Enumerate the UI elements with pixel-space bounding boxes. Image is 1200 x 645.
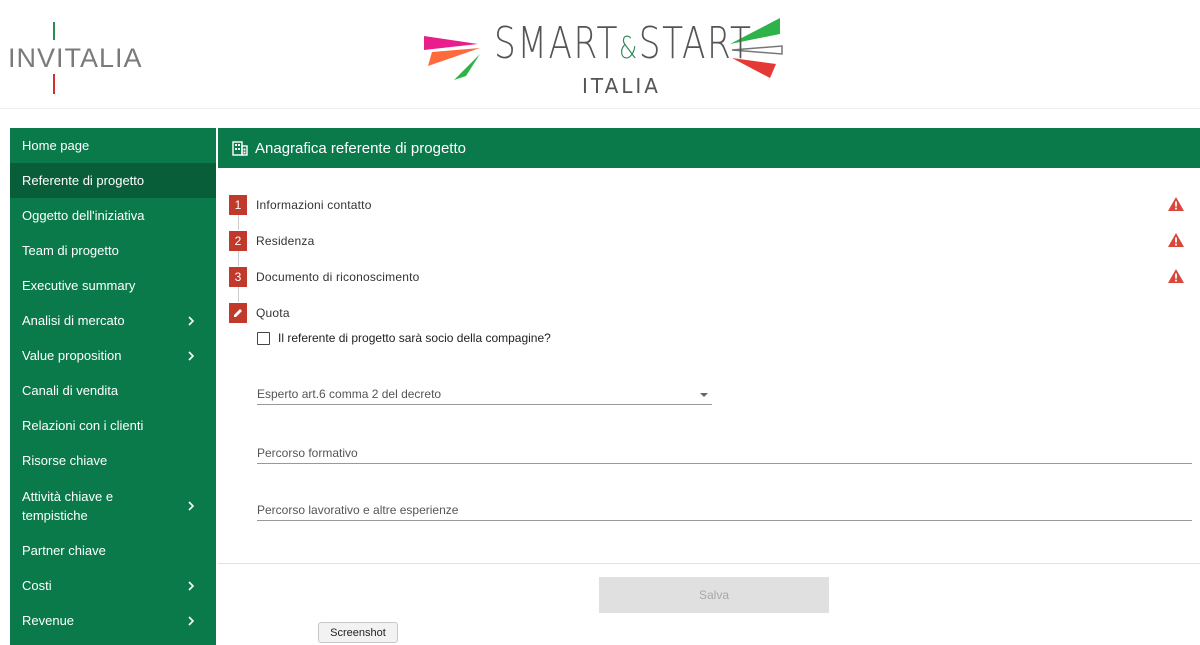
footer-divider — [218, 563, 1200, 564]
chevron-right-icon — [188, 580, 195, 591]
panel-title: Anagrafica referente di progetto — [255, 139, 466, 157]
sidebar-item-revenue[interactable]: Revenue — [10, 603, 216, 638]
step-connector — [238, 287, 239, 302]
step-label: Quota — [256, 306, 290, 320]
sidebar-item-canali-di-vendita[interactable]: Canali di vendita — [10, 373, 216, 408]
step-edit-badge — [229, 303, 247, 323]
screenshot-button[interactable]: Screenshot — [318, 622, 398, 643]
save-button[interactable]: Salva — [599, 577, 829, 613]
chevron-right-icon — [188, 615, 195, 626]
percorso-lavorativo-placeholder: Percorso lavorativo e altre esperienze — [257, 503, 459, 517]
socio-checkbox[interactable] — [257, 331, 270, 345]
sidebar-item-attivita-chiave[interactable]: Attività chiave e tempistiche — [10, 478, 216, 533]
step-label: Residenza — [256, 234, 315, 248]
logo-subtitle: ITALIA — [582, 74, 661, 98]
sidebar-item-value-proposition[interactable]: Value proposition — [10, 338, 216, 373]
sidebar-item-executive-summary[interactable]: Executive summary — [10, 268, 216, 303]
step-documento-riconoscimento[interactable]: 3 Documento di riconoscimento — [229, 266, 419, 288]
warning-icon — [1168, 233, 1184, 247]
sidebar-item-partner-chiave[interactable]: Partner chiave — [10, 533, 216, 568]
sidebar-item-analisi-di-mercato[interactable]: Analisi di mercato — [10, 303, 216, 338]
invitalia-logo[interactable]: INVITALIA — [8, 22, 142, 96]
sidebar-item-costi[interactable]: Costi — [10, 568, 216, 603]
sidebar-nav: Home page Referente di progetto Oggetto … — [10, 128, 216, 645]
warning-icon — [1168, 269, 1184, 283]
step-label: Documento di riconoscimento — [256, 270, 420, 284]
step-quota[interactable]: Quota — [229, 302, 290, 324]
panel-header: Anagrafica referente di progetto — [218, 128, 1200, 168]
step-connector — [238, 215, 239, 230]
percorso-formativo-field[interactable]: Percorso formativo — [257, 437, 1192, 464]
percorso-lavorativo-field[interactable]: Percorso lavorativo e altre esperienze — [257, 494, 1192, 521]
percorso-formativo-placeholder: Percorso formativo — [257, 446, 358, 460]
step-connector — [238, 251, 239, 266]
step-number-badge: 3 — [229, 267, 247, 287]
dropdown-caret-icon — [700, 393, 708, 397]
step-informazioni-contatto[interactable]: 1 Informazioni contatto — [229, 194, 372, 216]
smart-start-logo[interactable]: SMART&START ITALIA — [420, 14, 790, 102]
pencil-icon — [234, 309, 242, 317]
socio-checkbox-label: Il referente di progetto sarà socio dell… — [278, 331, 551, 345]
socio-checkbox-row[interactable]: Il referente di progetto sarà socio dell… — [257, 331, 551, 345]
sidebar-item-risorse-chiave[interactable]: Risorse chiave — [10, 443, 216, 478]
sidebar-item-home-page[interactable]: Home page — [10, 128, 216, 163]
sidebar-item-relazioni-con-i-clienti[interactable]: Relazioni con i clienti — [10, 408, 216, 443]
step-label: Informazioni contatto — [256, 198, 372, 212]
app-header: INVITALIA SMART&START ITALIA — [0, 0, 1200, 109]
step-number-badge: 2 — [229, 231, 247, 251]
chevron-right-icon — [188, 500, 195, 511]
esperto-select[interactable]: Esperto art.6 comma 2 del decreto — [257, 378, 712, 405]
sidebar-item-oggetto-iniziativa[interactable]: Oggetto dell'iniziativa — [10, 198, 216, 233]
step-residenza[interactable]: 2 Residenza — [229, 230, 315, 252]
sidebar-item-referente-di-progetto[interactable]: Referente di progetto — [10, 163, 216, 198]
logo-bar-green — [53, 22, 55, 40]
chevron-right-icon — [188, 315, 195, 326]
step-number-badge: 1 — [229, 195, 247, 215]
invitalia-logo-text: INVITALIA — [8, 43, 143, 73]
warning-icon — [1168, 197, 1184, 211]
logo-title: SMART&START — [494, 18, 753, 69]
building-icon — [232, 141, 248, 156]
chevron-right-icon — [188, 350, 195, 361]
sidebar-item-team-di-progetto[interactable]: Team di progetto — [10, 233, 216, 268]
logo-bar-red — [53, 74, 55, 94]
esperto-select-placeholder: Esperto art.6 comma 2 del decreto — [257, 387, 442, 401]
